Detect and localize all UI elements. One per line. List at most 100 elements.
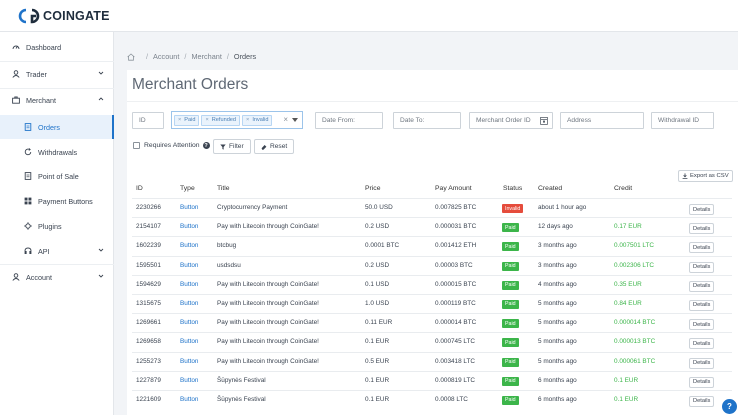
table-row[interactable]: 1315675 Button Pay with Litecoin through C… — [132, 293, 732, 313]
table-row[interactable]: 1227879 Button Šūpynės Festival 0.1 EUR 0.00… — [132, 370, 732, 390]
order-type-link[interactable]: Button — [180, 223, 198, 230]
column-header-status[interactable]: Status — [503, 185, 522, 192]
order-type-link[interactable]: Button — [180, 377, 198, 384]
order-credit-cell: 0.000013 BTC — [614, 338, 656, 346]
details-button[interactable]: Details — [689, 242, 715, 254]
help-icon[interactable]: ? — [202, 142, 210, 149]
api-icon — [23, 247, 32, 256]
tag-remove-icon[interactable]: × — [178, 117, 181, 123]
column-header-id[interactable]: ID — [136, 185, 143, 192]
filter-button[interactable]: Filter — [213, 139, 251, 154]
order-type-link[interactable]: Button — [180, 204, 198, 211]
order-credit-cell: 0.84 EUR — [614, 299, 642, 307]
sidebar-item-label: Merchant — [26, 95, 56, 105]
requires-attention-checkbox[interactable] — [133, 142, 140, 149]
export-csv-label: Export as CSV — [690, 173, 729, 179]
sidebar-item-dashboard[interactable]: Dashboard — [0, 35, 114, 59]
tag-remove-icon[interactable]: × — [246, 117, 249, 123]
merchant-order-id-input[interactable]: Merchant Order ID — [469, 112, 553, 129]
details-button[interactable]: Details — [689, 204, 715, 215]
sidebar-item-point-of-sale[interactable]: Point of Sale — [0, 164, 114, 188]
order-created-cell: 5 months ago — [538, 299, 577, 307]
sidebar-item-label: Orders — [38, 122, 60, 132]
caret-down-icon[interactable] — [292, 118, 298, 122]
order-id-cell: 2230266 — [136, 204, 161, 211]
home-icon[interactable] — [127, 52, 135, 61]
order-pay-amount-cell: 0.000745 LTC — [435, 338, 476, 346]
tag-remove-icon[interactable]: × — [205, 117, 208, 123]
help-chat-button[interactable]: ? — [722, 399, 737, 414]
table-row[interactable]: 1595501 Button usdsdsu 0.2 USD 0.00003 BTC 3 … — [132, 255, 732, 275]
order-type-link[interactable]: Button — [180, 396, 198, 403]
table-row[interactable]: 1269658 Button Pay with Litecoin through C… — [132, 332, 732, 351]
date-to-input[interactable]: Date To: — [393, 112, 461, 129]
reset-button[interactable]: Reset — [254, 139, 295, 154]
id-filter-input[interactable]: ID — [132, 112, 164, 129]
address-input[interactable]: Address — [560, 112, 644, 129]
order-created-cell: 3 months ago — [538, 242, 577, 250]
table-row[interactable]: 2230266 Button Cryptocurrency Payment 50.0 … — [132, 198, 732, 217]
table-row[interactable]: 1255273 Button Pay with Litecoin through C… — [132, 351, 732, 371]
coingate-logo-icon — [18, 8, 40, 24]
sidebar-item-label: Withdrawals — [38, 147, 78, 157]
sidebar-item-withdrawals[interactable]: Withdrawals — [0, 140, 114, 164]
order-type-link[interactable]: Button — [180, 262, 198, 269]
details-button[interactable]: Details — [689, 319, 715, 331]
divider — [127, 101, 738, 102]
coingate-logo[interactable]: COINGATE — [18, 8, 110, 24]
eraser-icon — [261, 144, 267, 150]
withdrawal-id-input[interactable]: Withdrawal ID — [651, 112, 714, 129]
status-tag-refunded[interactable]: × Refunded — [201, 114, 241, 126]
table-row[interactable]: 1594629 Button Pay with Litecoin through C… — [132, 274, 732, 294]
order-id-cell: 1227879 — [136, 376, 161, 384]
sidebar-item-account[interactable]: Account — [0, 265, 114, 289]
sidebar-item-api[interactable]: API — [0, 239, 114, 263]
column-header-credit[interactable]: Credit — [614, 185, 632, 192]
details-button[interactable]: Details — [689, 376, 715, 388]
table-row[interactable]: 1221609 Button Šūpynės Festival 0.1 EUR 0.00… — [132, 389, 732, 409]
chevron-down-icon — [98, 71, 104, 75]
details-button[interactable]: Details — [689, 280, 715, 292]
details-button[interactable]: Details — [689, 299, 715, 311]
date-from-input[interactable]: Date From: — [315, 112, 383, 129]
refresh-icon — [23, 148, 32, 157]
order-credit-cell: 0.1 EUR — [614, 376, 639, 384]
table-row[interactable]: 1602239 Button btcbug 0.0001 BTC 0.001412 ET… — [132, 236, 732, 255]
requires-attention-filter[interactable]: Requires Attention ? — [133, 142, 210, 149]
order-type-link[interactable]: Button — [180, 358, 198, 365]
order-type-link[interactable]: Button — [180, 242, 198, 249]
status-tag-invalid[interactable]: × Invalid — [242, 114, 273, 126]
order-type-link[interactable]: Button — [180, 338, 198, 345]
order-pay-amount-cell: 0.000015 BTC — [435, 280, 477, 288]
sidebar-item-plugins[interactable]: Plugins — [0, 214, 114, 238]
table-row[interactable]: 2154107 Button Pay with Litecoin through C… — [132, 217, 732, 236]
clear-icon[interactable]: × — [283, 115, 288, 124]
order-type-link[interactable]: Button — [180, 300, 198, 307]
column-header-title[interactable]: Title — [217, 185, 230, 192]
order-created-cell: 12 days ago — [538, 223, 573, 231]
details-button[interactable]: Details — [689, 261, 715, 273]
details-button[interactable]: Details — [689, 338, 715, 350]
column-header-pay-amount[interactable]: Pay Amount — [435, 185, 472, 192]
status-tag-paid[interactable]: × Paid — [174, 114, 200, 126]
order-title-cell: Pay with Litecoin through CoinGate! — [217, 223, 319, 231]
column-header-type[interactable]: Type — [180, 185, 195, 192]
status-filter-select[interactable]: × Paid × Refunded × Invalid × — [171, 111, 303, 129]
column-header-price[interactable]: Price — [365, 185, 381, 192]
order-type-link[interactable]: Button — [180, 281, 198, 288]
details-button[interactable]: Details — [689, 223, 715, 235]
details-button[interactable]: Details — [689, 357, 715, 369]
details-button[interactable]: Details — [689, 395, 715, 407]
column-header-created[interactable]: Created — [538, 185, 562, 192]
sidebar-item-trader[interactable]: Trader — [0, 62, 114, 86]
sidebar-item-orders[interactable]: Orders — [0, 115, 114, 139]
sidebar-item-payment-buttons[interactable]: Payment Buttons — [0, 189, 114, 213]
breadcrumb-merchant[interactable]: Merchant — [191, 52, 221, 61]
order-type-link[interactable]: Button — [180, 319, 198, 326]
order-title-cell: Pay with Litecoin through CoinGate! — [217, 299, 319, 307]
page-title: Merchant Orders — [132, 76, 249, 93]
order-created-cell: 5 months ago — [538, 319, 577, 327]
table-row[interactable]: 1269661 Button Pay with Litecoin through C… — [132, 313, 732, 332]
sidebar-item-merchant[interactable]: Merchant — [0, 88, 114, 112]
breadcrumb-account[interactable]: Account — [153, 52, 179, 61]
